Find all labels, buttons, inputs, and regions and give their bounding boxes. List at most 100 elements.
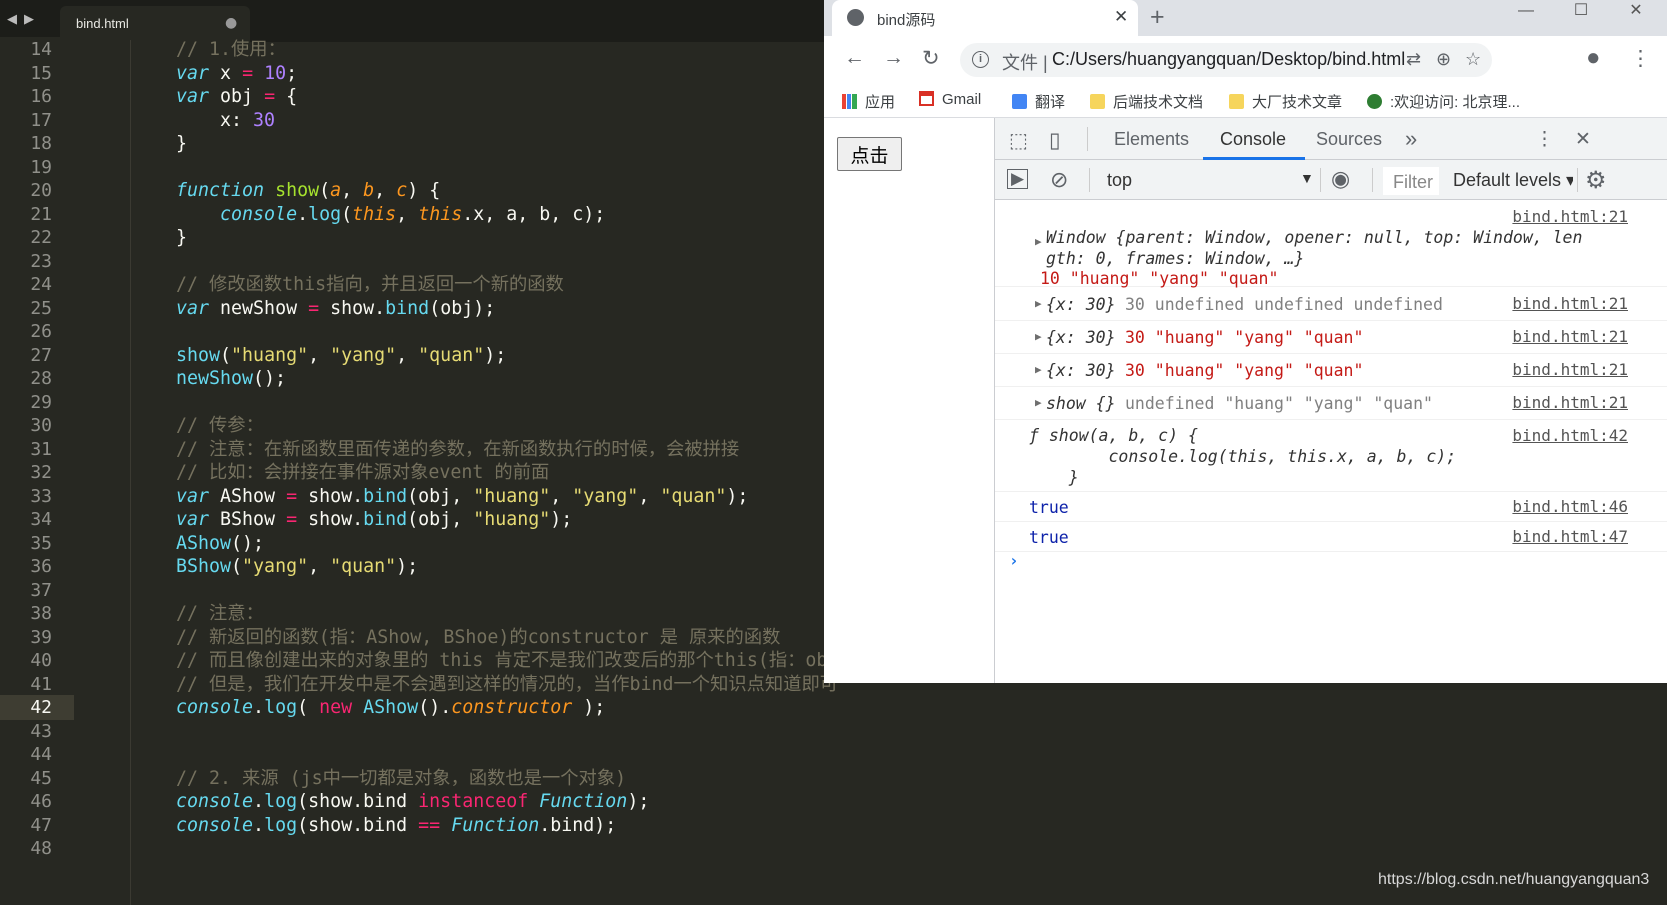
source-link[interactable]: bind.html:42 xyxy=(1512,426,1628,445)
code-line[interactable]: BShow("yang", "quan"); xyxy=(176,554,418,579)
expand-arrow-icon[interactable]: ▶ xyxy=(1035,235,1042,248)
tab-sources[interactable]: Sources xyxy=(1316,129,1382,150)
clear-console-icon[interactable]: ⊘ xyxy=(1050,167,1068,193)
code-line[interactable]: } xyxy=(176,225,187,250)
source-link[interactable]: bind.html:46 xyxy=(1512,497,1628,516)
bookmark-translate[interactable]: 翻译 xyxy=(1012,91,1065,112)
code-line[interactable]: var x = 10; xyxy=(176,61,297,86)
code-line[interactable]: // 传参： xyxy=(176,413,264,438)
code-line[interactable]: // 注意： xyxy=(176,601,264,626)
window-object-line1[interactable]: Window {parent: Window, opener: null, to… xyxy=(1046,227,1582,248)
expand-arrow-icon[interactable]: ▶ xyxy=(1035,396,1042,409)
folder-icon xyxy=(1229,94,1244,109)
translate-icon[interactable]: ⇄ xyxy=(1406,49,1421,70)
code-line[interactable]: var BShow = show.bind(obj, "huang"); xyxy=(176,507,572,532)
code-line[interactable]: // 比如：会拼接在事件源对象event 的前面 xyxy=(176,460,549,485)
console-prompt-icon[interactable]: › xyxy=(1009,551,1019,570)
code-line[interactable]: // 但是，我们在开发中是不会遇到这样的情况的，当作bind一个知识点知道即可 xyxy=(176,672,838,697)
code-line[interactable]: console.log(show.bind instanceof Functio… xyxy=(176,789,649,814)
devtools-close-icon[interactable]: ✕ xyxy=(1575,128,1591,151)
address-url[interactable]: C:/Users/huangyangquan/Desktop/bind.html xyxy=(1052,49,1405,70)
address-bar[interactable]: i 文件 | C:/Users/huangyangquan/Desktop/bi… xyxy=(960,43,1492,77)
device-toolbar-icon[interactable]: ▯ xyxy=(1049,128,1061,153)
function-line1[interactable]: ƒ show(a, b, c) { xyxy=(1029,425,1198,446)
code-line[interactable]: var AShow = show.bind(obj, "huang", "yan… xyxy=(176,484,748,509)
code-line[interactable]: // 2. 来源 (js中一切都是对象，函数也是一个对象) xyxy=(176,766,626,791)
back-arrow-icon[interactable]: ◀ xyxy=(7,12,17,27)
toolbar-divider xyxy=(1087,127,1088,151)
object-preview[interactable]: {x: 30} xyxy=(1046,327,1116,348)
chrome-menu-icon[interactable]: ⋮ xyxy=(1630,46,1651,71)
minimize-icon[interactable]: — xyxy=(1511,0,1541,24)
code-line[interactable]: var obj = { xyxy=(176,84,297,109)
bookmark-gmail[interactable]: Gmail xyxy=(919,91,981,108)
code-line[interactable]: show("huang", "yang", "quan"); xyxy=(176,343,506,368)
args-line: 10 "huang" "yang" "quan" xyxy=(1040,269,1279,288)
star-icon[interactable]: ☆ xyxy=(1465,49,1481,70)
bookmark-folder-backend-docs[interactable]: 后端技术文档 xyxy=(1090,91,1203,112)
console-output[interactable]: bind.html:21 ▶ Window {parent: Window, o… xyxy=(995,201,1667,683)
code-line[interactable]: console.log(show.bind == Function.bind); xyxy=(176,813,616,838)
account-icon[interactable]: ● xyxy=(1586,44,1601,72)
zoom-icon[interactable]: ⊕ xyxy=(1436,49,1451,70)
source-link[interactable]: bind.html:21 xyxy=(1512,294,1628,313)
tab-console[interactable]: Console xyxy=(1220,129,1286,150)
source-link[interactable]: bind.html:21 xyxy=(1512,207,1628,226)
window-close-icon[interactable]: ✕ xyxy=(1621,0,1651,24)
code-line[interactable]: console.log( new AShow().constructor ); xyxy=(176,695,605,720)
code-line[interactable]: newShow(); xyxy=(176,366,286,391)
console-message: bind.html:46 true xyxy=(995,492,1667,522)
expand-arrow-icon[interactable]: ▶ xyxy=(1035,297,1042,310)
code-line[interactable]: // 新返回的函数(指：AShow, BShoe)的constructor 是 … xyxy=(176,625,780,650)
close-tab-icon[interactable]: ✕ xyxy=(1114,7,1128,27)
info-icon[interactable]: i xyxy=(972,51,989,68)
more-tabs-icon[interactable]: » xyxy=(1405,126,1417,152)
object-preview[interactable]: {x: 30} xyxy=(1046,294,1116,315)
context-selector[interactable]: top xyxy=(1107,170,1132,191)
sidebar-toggle-icon[interactable]: ▶ xyxy=(1007,169,1029,189)
settings-gear-icon[interactable]: ⚙ xyxy=(1585,166,1607,195)
filter-input[interactable]: Filter xyxy=(1383,167,1439,195)
new-tab-button[interactable]: + xyxy=(1150,3,1165,32)
source-link[interactable]: bind.html:21 xyxy=(1512,393,1628,412)
bookmark-apps[interactable]: 应用 xyxy=(842,91,895,112)
code-line[interactable]: // 修改函数this指向，并且返回一个新的函数 xyxy=(176,272,564,297)
back-icon[interactable]: ← xyxy=(844,46,865,70)
tab-elements[interactable]: Elements xyxy=(1114,129,1189,150)
browser-tab-bind[interactable]: bind源码 ✕ xyxy=(832,0,1138,36)
code-line[interactable]: // 1.使用： xyxy=(176,37,286,62)
context-dropdown-icon[interactable]: ▼ xyxy=(1300,170,1314,186)
code-line[interactable]: function show(a, b, c) { xyxy=(176,178,440,203)
function-line3: } xyxy=(1029,468,1079,487)
bookmark-university[interactable]: :欢迎访问: 北京理... xyxy=(1367,91,1520,112)
expand-arrow-icon[interactable]: ▶ xyxy=(1035,363,1042,376)
bookmarks-bar: 应用 Gmail 翻译 后端技术文档 大厂技术文章 :欢迎访问: 北京理... xyxy=(824,84,1667,118)
object-preview[interactable]: show {} xyxy=(1046,393,1116,414)
maximize-icon[interactable]: ☐ xyxy=(1566,0,1596,24)
reload-icon[interactable]: ↻ xyxy=(922,46,940,71)
code-line[interactable]: x: 30 xyxy=(176,108,275,133)
source-link[interactable]: bind.html:21 xyxy=(1512,360,1628,379)
object-preview[interactable]: {x: 30} xyxy=(1046,360,1116,381)
code-line[interactable]: // 注意：在新函数里面传递的参数，在新函数执行的时候，会被拼接 xyxy=(176,437,739,462)
code-line[interactable]: } xyxy=(176,131,187,156)
eye-icon[interactable]: ◉ xyxy=(1331,166,1350,192)
devtools-menu-icon[interactable]: ⋮ xyxy=(1535,128,1554,151)
bookmark-folder-tech-articles[interactable]: 大厂技术文章 xyxy=(1229,91,1342,112)
code-line[interactable]: console.log(this, this.x, a, b, c); xyxy=(176,202,605,227)
console-message: bind.html:21 ▶ {x: 30} 30 "huang" "yang"… xyxy=(995,354,1667,387)
inspect-element-icon[interactable]: ⬚ xyxy=(1009,128,1028,153)
forward-arrow-icon[interactable]: ▶ xyxy=(24,12,34,27)
code-line[interactable]: var newShow = show.bind(obj); xyxy=(176,296,495,321)
unsaved-dot-icon[interactable]: ● xyxy=(225,15,237,31)
forward-icon[interactable]: → xyxy=(883,46,904,70)
source-link[interactable]: bind.html:47 xyxy=(1512,527,1628,546)
expand-arrow-icon[interactable]: ▶ xyxy=(1035,330,1042,343)
source-link[interactable]: bind.html:21 xyxy=(1512,327,1628,346)
bookmark-label: 大厂技术文章 xyxy=(1252,94,1343,111)
code-line[interactable]: // 而且像创建出来的对象里的 this 肯定不是我们改变后的那个this(指：… xyxy=(176,648,849,673)
click-button[interactable]: 点击 xyxy=(837,137,902,171)
log-levels-dropdown[interactable]: Default levels ▾ xyxy=(1453,170,1573,191)
code-line[interactable]: AShow(); xyxy=(176,531,264,556)
args-text: undefined "huang" "yang" "quan" xyxy=(1125,394,1433,413)
